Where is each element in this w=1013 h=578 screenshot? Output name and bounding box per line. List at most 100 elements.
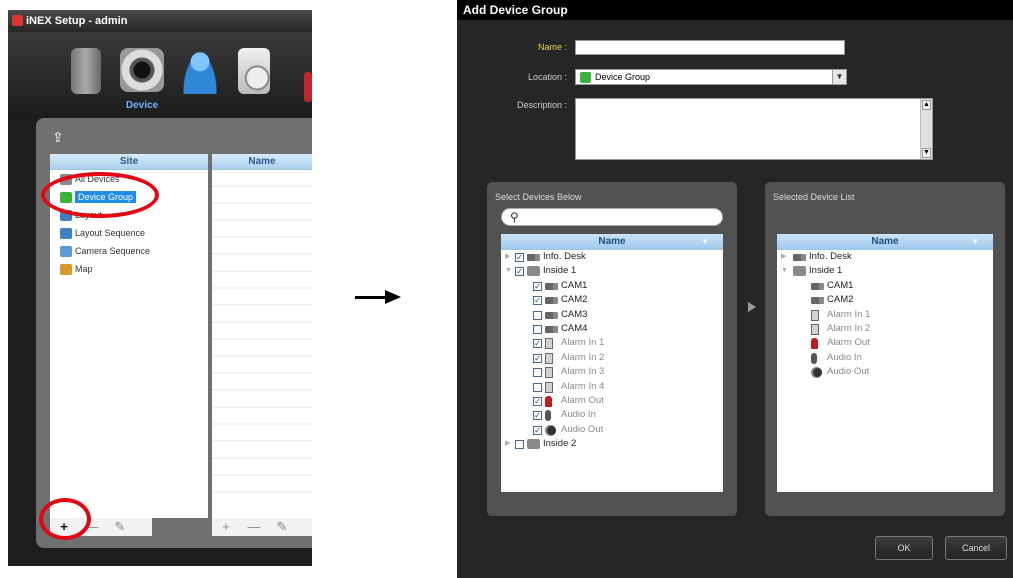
tree-row[interactable]: ▶ ✓ Info. Desk (501, 250, 723, 264)
table-row[interactable] (212, 425, 312, 442)
tree-row[interactable]: ▼ Inside 1 (777, 264, 993, 278)
device-checkbox[interactable] (533, 382, 542, 392)
table-row[interactable] (212, 221, 312, 238)
edit-group-button[interactable]: ✎ (106, 518, 134, 536)
move-right-icon[interactable] (748, 302, 756, 312)
device-checkbox[interactable] (515, 440, 524, 450)
device-checkbox[interactable]: ✓ (533, 411, 542, 421)
collapsed-chevron-icon[interactable]: ▶ (505, 437, 513, 451)
tree-row[interactable]: Alarm In 3 (501, 365, 723, 379)
sort-down-icon[interactable]: ▼ (701, 234, 709, 250)
transition-arrow-line (355, 296, 387, 299)
add-item-button[interactable]: + (212, 518, 240, 536)
tree-row[interactable]: ✓ Alarm In 2 (501, 351, 723, 365)
tree-row[interactable]: ✓ CAM1 (501, 279, 723, 293)
site-item-layout-sequence[interactable]: Layout Sequence (50, 224, 208, 242)
toolbar-device-button[interactable]: Device (114, 42, 170, 114)
ok-button[interactable]: OK (875, 536, 933, 560)
table-row[interactable] (212, 204, 312, 221)
highlight-circle-device-group (41, 172, 159, 218)
device-checkbox[interactable]: ✓ (515, 267, 524, 277)
expanded-chevron-icon[interactable]: ▼ (505, 264, 513, 278)
alarm-in-icon (811, 309, 819, 321)
scroll-down-icon[interactable]: ▼ (922, 148, 931, 158)
chevron-down-icon[interactable]: ▼ (832, 70, 846, 84)
table-row[interactable] (212, 476, 312, 493)
tree-row[interactable]: ✓ Audio In (501, 408, 723, 422)
camera-icon (545, 311, 558, 319)
tree-item-label: Alarm Out (827, 337, 870, 349)
tree-row[interactable]: Audio In (777, 351, 993, 365)
device-checkbox[interactable]: ✓ (533, 296, 542, 306)
remove-item-button[interactable]: — (240, 518, 268, 536)
table-row[interactable] (212, 323, 312, 340)
toolbar-more-icon[interactable] (304, 72, 312, 102)
description-scrollbar[interactable]: ▲ ▼ (920, 99, 932, 159)
table-row[interactable] (212, 357, 312, 374)
toolbar-log-button[interactable] (226, 42, 282, 114)
table-row[interactable] (212, 187, 312, 204)
table-row[interactable] (212, 340, 312, 357)
sort-down-icon[interactable]: ▼ (971, 234, 979, 250)
table-row[interactable] (212, 391, 312, 408)
table-row[interactable] (212, 272, 312, 289)
tree-row[interactable]: ✓ Audio Out (501, 423, 723, 437)
tree-row[interactable]: ▶ Inside 2 (501, 437, 723, 451)
scroll-up-icon[interactable]: ▲ (922, 100, 931, 110)
table-row[interactable] (212, 170, 312, 187)
device-checkbox[interactable] (533, 324, 542, 334)
tree-row[interactable]: ✓ Alarm Out (501, 394, 723, 408)
device-checkbox[interactable]: ✓ (515, 253, 524, 262)
tree-row[interactable]: ✓ Alarm In 1 (501, 336, 723, 350)
description-field[interactable]: ▲ ▼ (575, 98, 933, 160)
tree-row[interactable]: CAM1 (777, 279, 993, 293)
tree-row[interactable]: Alarm In 2 (777, 322, 993, 336)
collapsed-chevron-icon[interactable]: ▶ (505, 250, 513, 264)
collapsed-chevron-icon[interactable]: ▶ (781, 250, 789, 264)
expanded-chevron-icon[interactable]: ▼ (781, 264, 789, 278)
tree-column-header[interactable]: Name ▼ (501, 234, 723, 250)
toolbar-user-button[interactable] (172, 42, 228, 114)
upload-icon[interactable]: ⇪ (52, 130, 66, 144)
camera-icon (545, 297, 558, 305)
group-icon (527, 266, 540, 277)
tree-row[interactable]: ▼ ✓ Inside 1 (501, 264, 723, 278)
device-checkbox[interactable]: ✓ (533, 281, 542, 291)
tree-row[interactable]: CAM4 (501, 322, 723, 336)
log-document-icon (238, 48, 270, 94)
site-item-label: Map (75, 264, 93, 274)
table-row[interactable] (212, 442, 312, 459)
tree-row[interactable]: Alarm In 4 (501, 380, 723, 394)
tree-column-header[interactable]: Name ▼ (777, 234, 993, 250)
tree-row[interactable]: CAM2 (777, 293, 993, 307)
cancel-button[interactable]: Cancel (945, 536, 1007, 560)
toolbar-server-button[interactable] (58, 42, 114, 114)
device-checkbox[interactable]: ✓ (533, 425, 542, 435)
device-checkbox[interactable]: ✓ (533, 339, 542, 349)
location-select[interactable]: Device Group ▼ (575, 69, 847, 85)
site-item-map[interactable]: Map (50, 260, 208, 278)
table-row[interactable] (212, 238, 312, 255)
device-checkbox[interactable] (533, 310, 542, 320)
device-search-input[interactable]: ⚲ (501, 208, 723, 226)
device-checkbox[interactable]: ✓ (533, 396, 542, 406)
edit-item-button[interactable]: ✎ (268, 518, 296, 536)
tree-row[interactable]: CAM3 (501, 308, 723, 322)
table-row[interactable] (212, 306, 312, 323)
tree-row[interactable]: Alarm In 1 (777, 308, 993, 322)
tree-row[interactable]: ▶ Info. Desk (777, 250, 993, 264)
table-row[interactable] (212, 459, 312, 476)
device-checkbox[interactable]: ✓ (533, 353, 542, 363)
name-field[interactable] (575, 40, 845, 55)
app-icon (12, 15, 23, 26)
tree-row[interactable]: ✓ CAM2 (501, 293, 723, 307)
table-row[interactable] (212, 255, 312, 272)
device-group-icon (580, 72, 591, 84)
device-checkbox[interactable] (533, 368, 542, 378)
tree-row[interactable]: Alarm Out (777, 336, 993, 350)
site-item-camera-sequence[interactable]: Camera Sequence (50, 242, 208, 260)
tree-row[interactable]: Audio Out (777, 365, 993, 379)
table-row[interactable] (212, 408, 312, 425)
table-row[interactable] (212, 374, 312, 391)
table-row[interactable] (212, 289, 312, 306)
